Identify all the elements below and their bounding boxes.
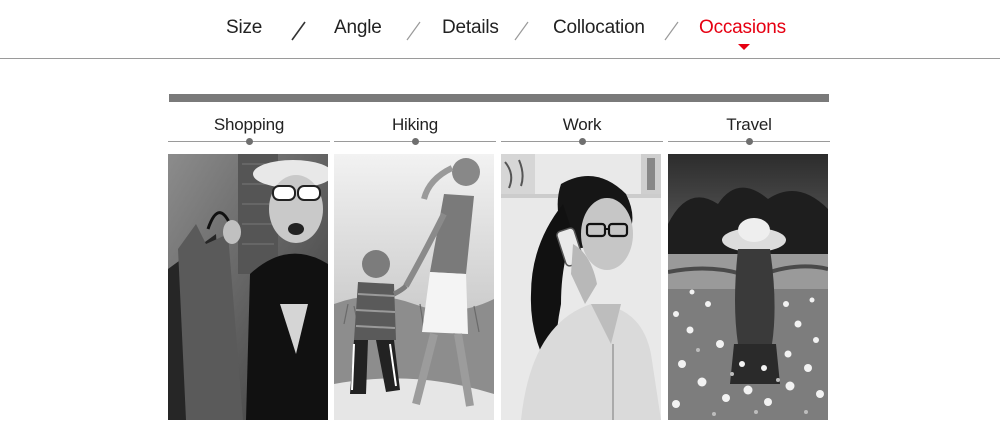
tab-details[interactable]: Details bbox=[442, 17, 499, 39]
shopping-woman-photo bbox=[168, 154, 328, 420]
tab-separator-slash bbox=[289, 20, 309, 42]
tab-separator-slash bbox=[512, 20, 532, 42]
divider-dot-icon bbox=[578, 138, 586, 145]
occasion-title: Shopping bbox=[213, 115, 285, 134]
office-woman-phone-photo bbox=[501, 154, 661, 420]
occasion-title: Hiking bbox=[391, 115, 439, 134]
active-tab-caret-icon bbox=[738, 44, 750, 50]
tab-size[interactable]: Size bbox=[226, 17, 262, 39]
occasion-title: Travel bbox=[726, 115, 772, 134]
tab-separator-slash bbox=[404, 20, 424, 42]
divider-dot-icon bbox=[245, 138, 253, 145]
tab-separator-slash bbox=[662, 20, 682, 42]
divider-dot-icon bbox=[411, 138, 419, 145]
tab-collocation[interactable]: Collocation bbox=[553, 17, 645, 39]
hiking-mother-child-photo bbox=[334, 154, 494, 420]
tab-occasions[interactable]: Occasions bbox=[699, 17, 786, 39]
tab-bar: Size Angle Details Collocation Occasions bbox=[0, 0, 1000, 59]
occasions-page: Size Angle Details Collocation Occasions… bbox=[0, 0, 1000, 445]
flower-field-girl-photo bbox=[668, 154, 828, 420]
section-top-bar bbox=[169, 94, 829, 102]
occasion-title: Work bbox=[562, 115, 602, 134]
tab-angle[interactable]: Angle bbox=[334, 17, 382, 39]
divider-dot-icon bbox=[745, 138, 753, 145]
